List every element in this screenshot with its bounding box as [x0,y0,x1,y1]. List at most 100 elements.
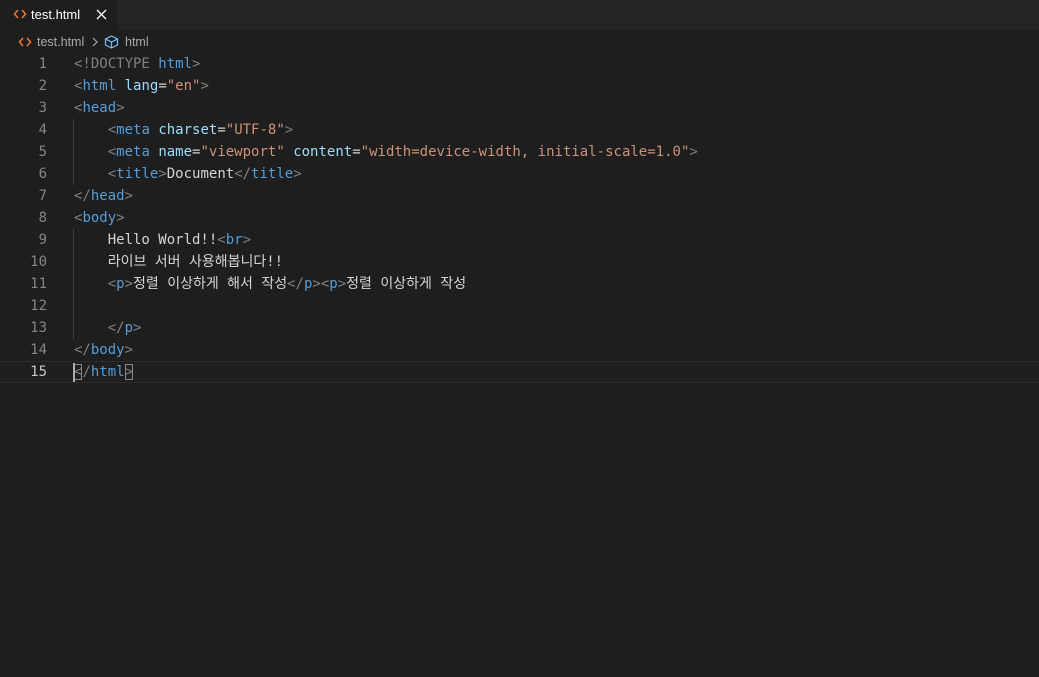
code-token: 정렬 이상하게 해서 작성 [133,276,288,292]
code-token: Document [166,166,235,182]
line-number: 15 [30,364,47,380]
code-token: / [82,364,91,380]
code-token: > [158,166,167,182]
code-token: p [116,276,125,292]
code-line[interactable]: 11 <p>정렬 이상하게 해서 작성</p><p>정렬 이상하게 작성 [0,273,1039,295]
code-token: > [293,166,302,182]
code-token: > [284,122,294,138]
code-token: charset [158,122,218,138]
code-line[interactable]: 10 라이브 서버 사용해봅니다!! [0,251,1039,273]
code-token: < [217,232,226,248]
breadcrumb-file[interactable]: test.html [37,35,84,49]
code-line[interactable]: 1 <!DOCTYPE html> [0,53,1039,75]
line-number: 14 [30,342,47,358]
code-token: body [82,210,117,226]
code-text: <p>정렬 이상하게 해서 작성</p><p>정렬 이상하게 작성 [74,273,466,295]
line-number: 1 [38,56,47,72]
code-line[interactable]: 15 </html> [0,361,1039,383]
code-line[interactable]: 12 [0,295,1039,317]
cube-icon [104,35,119,49]
code-text: <meta name="viewport" content="width=dev… [74,141,698,163]
code-token: = [158,78,167,94]
code-token: "viewport" [200,144,285,160]
code-text: </body> [74,339,133,361]
code-token: < [107,144,117,160]
code-token: br [225,232,243,248]
code-token: < [107,166,117,182]
html-file-icon [18,37,32,47]
code-token: html [158,56,193,72]
tab-test-html[interactable]: test.html [0,0,118,30]
code-token: > [133,320,142,336]
code-token: body [90,342,125,358]
code-token: "UTF-8" [225,122,285,138]
code-token: "en" [166,78,201,94]
code-token: < [107,122,117,138]
code-token: > [124,276,134,292]
code-line[interactable]: 6 <title>Document</title> [0,163,1039,185]
code-token: > [116,210,125,226]
html-file-icon [13,9,27,19]
code-text: <title>Document</title> [74,163,302,185]
code-line[interactable]: 2 <html lang="en"> [0,75,1039,97]
code-token: > [124,342,134,358]
code-text: <head> [74,97,125,119]
breadcrumb-element[interactable]: html [125,35,149,49]
code-token: > [200,78,209,94]
code-token: </ [74,188,91,204]
code-token: > [689,144,698,160]
code-line[interactable]: 3 <head> [0,97,1039,119]
code-token: meta [116,122,150,138]
line-number: 11 [30,276,47,292]
code-token: </ [107,320,125,336]
line-number: 9 [38,232,47,248]
code-token: head [90,188,125,204]
code-line[interactable]: 8 <body> [0,207,1039,229]
code-token: meta [116,144,150,160]
code-text: </html> [74,361,134,383]
line-number: 10 [30,254,47,270]
code-text: Hello World!!<br> [74,229,251,251]
line-number: 7 [38,188,47,204]
line-number: 6 [38,166,47,182]
code-token: p [329,276,338,292]
code-token: > [116,100,125,116]
code-line[interactable]: 4 <meta charset="UTF-8"> [0,119,1039,141]
line-number: 13 [30,320,47,336]
code-token: <!DOCTYPE [74,56,159,72]
code-line[interactable]: 9 Hello World!!<br> [0,229,1039,251]
code-editor[interactable]: 1 <!DOCTYPE html> 2 <html lang="en"> 3 <head>… [0,53,1039,677]
code-token: "width=device-width, initial-scale=1.0" [360,144,690,160]
code-token: p [124,320,134,336]
code-token: > [337,276,347,292]
code-text: </p> [74,317,142,339]
close-icon[interactable] [95,8,108,21]
code-token: Hello World!! [74,232,218,248]
code-token: html [82,78,117,94]
code-text: <meta charset="UTF-8"> [74,119,294,141]
code-token: > [312,276,321,292]
code-line[interactable]: 13 </p> [0,317,1039,339]
code-token: = [352,144,361,160]
code-token: = [217,122,226,138]
line-number: 12 [30,298,47,314]
code-token: title [116,166,159,182]
code-token: > [242,232,252,248]
tab-bar: test.html [0,0,1039,30]
code-text: <!DOCTYPE html> [74,53,200,75]
chevron-right-icon [92,37,98,47]
code-token: </ [74,342,91,358]
text-cursor [73,363,75,382]
line-number: 8 [38,210,47,226]
line-number: 2 [38,78,47,94]
code-line[interactable]: 5 <meta name="viewport" content="width=d… [0,141,1039,163]
code-line[interactable]: 7 </head> [0,185,1039,207]
code-token: > [192,56,201,72]
code-token: </ [234,166,252,182]
code-text: <body> [74,207,125,229]
code-line[interactable]: 14 </body> [0,339,1039,361]
code-token: > [124,364,134,380]
